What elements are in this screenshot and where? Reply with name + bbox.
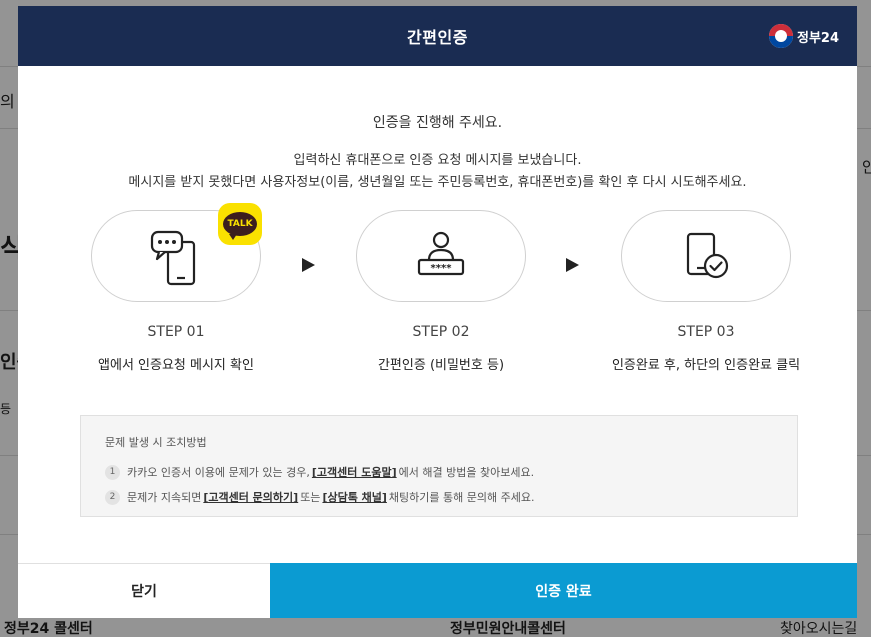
phone-chat-icon	[150, 230, 196, 286]
step-03: STEP 03 인증완료 후, 하단의 인증완료 클릭	[612, 210, 800, 373]
arrow-right-icon	[566, 258, 579, 272]
gov24-logo: 정부24	[768, 24, 839, 48]
arrow-right-icon	[302, 258, 315, 272]
kakao-talk-badge: TALK	[218, 203, 262, 245]
help-item-1: 1 카카오 인증서 이용에 문제가 있는 경우, [고객센터 도움말] 에서 해…	[105, 464, 773, 480]
modal-title: 간편인증	[407, 28, 468, 47]
help-title: 문제 발생 시 조치방법	[105, 436, 207, 449]
step-01-label: STEP 01	[147, 324, 205, 340]
step-01-circle: TALK	[91, 203, 262, 302]
auth-complete-button[interactable]: 인증 완료	[270, 563, 857, 618]
step-03-circle	[621, 210, 791, 302]
step-02: **** STEP 02 간편인증 (비밀번호 등)	[356, 210, 526, 373]
modal-footer: 닫기 인증 완료	[18, 563, 857, 618]
steps: TALK STEP 01 앱에서 인증요청 메시지 확인 **** STEP 0…	[18, 203, 857, 380]
step-01: TALK STEP 01 앱에서 인증요청 메시지 확인	[91, 203, 262, 373]
kakao-talk-icon: TALK	[223, 212, 257, 240]
help-item-2: 2 문제가 지속되면 [고객센터 문의하기] 또는 [상담톡 채널] 채팅하기를…	[105, 489, 773, 505]
modal-body: 인증을 진행해 주세요. 입력하신 휴대폰으로 인증 요청 메시지를 보냈습니다…	[18, 66, 857, 194]
help-item-2-text-pre: 문제가 지속되면	[127, 491, 202, 504]
help-item-1-number: 1	[105, 464, 120, 480]
modal-header: 간편인증 정부24	[18, 6, 857, 66]
customer-center-inquiry-link[interactable]: [고객센터 문의하기]	[203, 489, 298, 505]
taegeuk-icon	[768, 24, 793, 48]
simple-auth-modal: 간편인증 정부24 인증을 진행해 주세요. 입력하신 휴대폰으로 인증 요청 …	[18, 6, 857, 618]
help-box: 문제 발생 시 조치방법 1 카카오 인증서 이용에 문제가 있는 경우, [고…	[80, 415, 798, 517]
help-item-2-text-mid: 또는	[300, 491, 321, 504]
desc-line-2: 메시지를 받지 못했다면 사용자정보(이름, 생년월일 또는 주민등록번호, 휴…	[128, 175, 747, 190]
help-item-1-text-post: 에서 해결 방법을 찾아보세요.	[398, 466, 535, 479]
gov24-logo-text: 정부24	[796, 30, 839, 46]
customer-center-help-link[interactable]: [고객센터 도움말]	[312, 464, 397, 480]
step-03-desc: 인증완료 후, 하단의 인증완료 클릭	[611, 358, 801, 373]
lead-text: 인증을 진행해 주세요.	[372, 115, 503, 131]
phone-check-icon	[686, 232, 729, 279]
consult-talk-channel-link[interactable]: [상담톡 채널]	[322, 489, 386, 505]
step-01-desc: 앱에서 인증요청 메시지 확인	[98, 358, 254, 373]
step-02-circle: ****	[356, 210, 526, 302]
help-item-2-text-post: 채팅하기를 통해 문의해 주세요.	[388, 491, 535, 504]
close-button[interactable]: 닫기	[18, 563, 270, 618]
step-03-label: STEP 03	[677, 324, 735, 340]
desc-line-1: 입력하신 휴대폰으로 인증 요청 메시지를 보냈습니다.	[293, 153, 582, 168]
user-password-icon: ****	[417, 231, 465, 276]
step-02-desc: 간편인증 (비밀번호 등)	[377, 358, 505, 373]
help-item-2-number: 2	[105, 489, 120, 505]
svg-text:****: ****	[431, 263, 453, 274]
step-02-label: STEP 02	[412, 324, 470, 340]
help-item-1-text-pre: 카카오 인증서 이용에 문제가 있는 경우,	[127, 466, 310, 479]
